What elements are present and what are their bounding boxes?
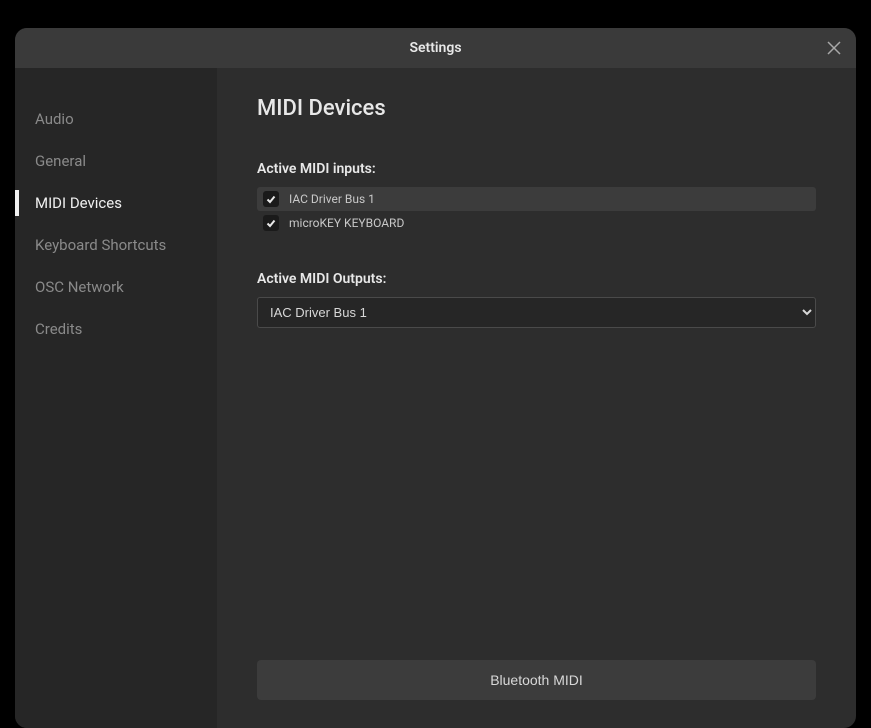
sidebar-item-midi-devices[interactable]: MIDI Devices [15,182,217,224]
midi-input-checkbox[interactable] [263,215,279,231]
sidebar-item-label: Credits [35,320,82,338]
midi-input-label: IAC Driver Bus 1 [289,192,375,206]
midi-output-select[interactable]: IAC Driver Bus 1 [257,297,816,328]
outputs-section-label: Active MIDI Outputs: [257,271,816,287]
spacer [257,328,816,660]
midi-input-checkbox[interactable] [263,191,279,207]
settings-modal: Settings Audio General MIDI Devices Keyb… [15,28,856,728]
sidebar-item-audio[interactable]: Audio [15,98,217,140]
page-title: MIDI Devices [257,96,816,121]
sidebar-item-label: General [35,152,86,170]
check-icon [266,218,276,228]
midi-input-row: microKEY KEYBOARD [257,211,816,235]
sidebar-item-label: Keyboard Shortcuts [35,236,166,254]
modal-header: Settings [15,28,856,68]
modal-title: Settings [409,40,461,56]
sidebar-item-label: MIDI Devices [35,194,122,212]
close-button[interactable] [824,38,844,58]
sidebar-item-label: Audio [35,110,74,128]
midi-input-row: IAC Driver Bus 1 [257,187,816,211]
sidebar-item-keyboard-shortcuts[interactable]: Keyboard Shortcuts [15,224,217,266]
inputs-section-label: Active MIDI inputs: [257,161,816,177]
sidebar-item-general[interactable]: General [15,140,217,182]
close-icon [827,41,841,55]
sidebar-item-osc-network[interactable]: OSC Network [15,266,217,308]
content-panel: MIDI Devices Active MIDI inputs: IAC Dri… [217,68,856,728]
midi-input-label: microKEY KEYBOARD [289,216,404,230]
check-icon [266,194,276,204]
midi-inputs-list: IAC Driver Bus 1 microKEY KEYBOARD [257,187,816,235]
sidebar-item-credits[interactable]: Credits [15,308,217,350]
sidebar: Audio General MIDI Devices Keyboard Shor… [15,68,217,728]
modal-body: Audio General MIDI Devices Keyboard Shor… [15,68,856,728]
bluetooth-midi-button[interactable]: Bluetooth MIDI [257,660,816,700]
midi-output-select-wrap: IAC Driver Bus 1 [257,297,816,328]
sidebar-item-label: OSC Network [35,278,124,296]
